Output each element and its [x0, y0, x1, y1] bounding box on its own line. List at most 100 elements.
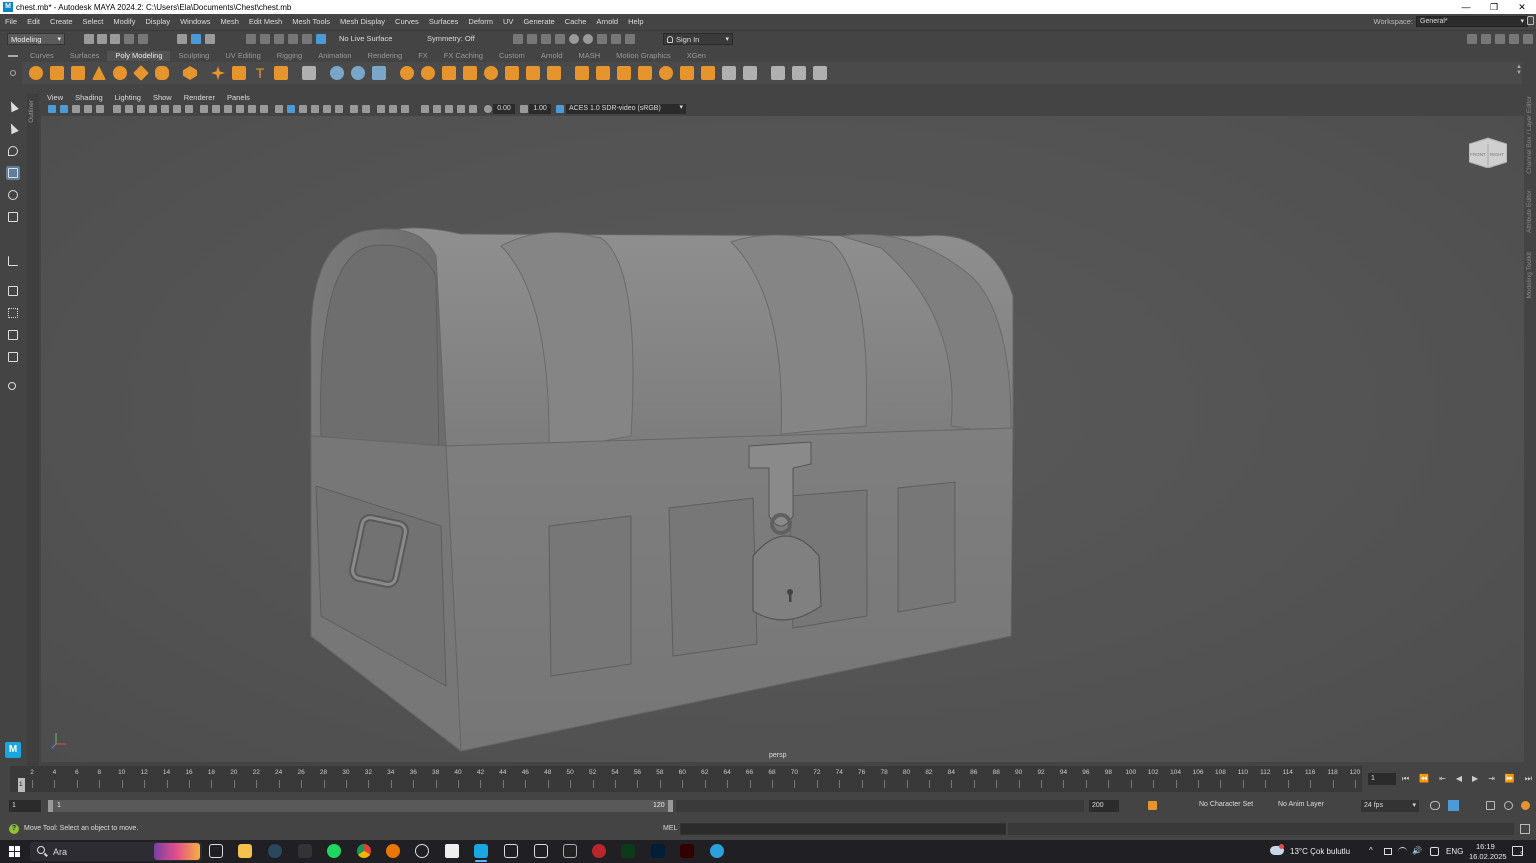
lock-icon[interactable] [1527, 16, 1534, 25]
shelf-tab-arnold[interactable]: Arnold [533, 51, 571, 61]
attribute-editor-toggle-icon[interactable] [1481, 34, 1491, 44]
shelf-tab-animation[interactable]: Animation [310, 51, 359, 61]
show-manipulator-icon[interactable] [6, 254, 20, 268]
x-ray-joints-icon[interactable] [299, 105, 307, 113]
go-to-end-button[interactable]: ⏭ [1525, 773, 1532, 785]
maya-launcher-icon[interactable] [504, 844, 518, 858]
fps-dropdown[interactable]: 24 fps [1361, 800, 1419, 812]
grid-icon[interactable] [200, 105, 208, 113]
quality-icon[interactable] [433, 105, 441, 113]
two-sided-lighting-icon[interactable] [377, 105, 385, 113]
poly-sphere-icon[interactable] [29, 66, 43, 80]
lasso-tool-icon[interactable] [6, 121, 20, 136]
arnold-ipr-icon[interactable] [597, 34, 607, 44]
marvelous-icon[interactable] [592, 844, 606, 858]
hud-icon[interactable] [445, 105, 453, 113]
super-shape-icon[interactable] [211, 66, 225, 80]
shelf-tab-mash[interactable]: MASH [571, 51, 609, 61]
arnold-render-icon[interactable] [583, 34, 593, 44]
substance-painter-icon[interactable] [621, 844, 635, 858]
shelf-tab-motion-graphics[interactable]: Motion Graphics [608, 51, 679, 61]
play-backwards-button[interactable]: ◀ [1456, 773, 1462, 785]
paint-select-tool-icon[interactable] [6, 144, 20, 158]
live-surface-label[interactable]: No Live Surface [339, 34, 392, 43]
crease-tool-icon[interactable] [792, 66, 806, 80]
snap-view-plane-icon[interactable] [288, 34, 298, 44]
four-view-icon[interactable] [6, 306, 20, 320]
platonic-solid-icon[interactable] [183, 66, 197, 80]
animation-settings-icon[interactable] [1521, 801, 1530, 810]
view-cube[interactable]: FRONT RIGHT [1468, 136, 1508, 169]
step-forward-key-button[interactable]: ⏩ [1505, 773, 1515, 785]
menu-file[interactable]: File [0, 17, 22, 26]
gate-mask-icon[interactable] [173, 105, 181, 113]
task-view-icon[interactable] [209, 844, 223, 858]
single-perspective-view-icon[interactable] [6, 284, 20, 298]
textured-icon[interactable] [248, 105, 256, 113]
volume-icon[interactable]: 🔊 [1412, 846, 1422, 855]
insert-edge-loop-icon[interactable] [680, 66, 694, 80]
range-start-handle[interactable] [48, 800, 53, 812]
clock-date[interactable]: 16.02.2025 [1469, 852, 1507, 861]
photoshop-icon[interactable] [651, 844, 665, 858]
shelf-tab-sculpting[interactable]: Sculpting [170, 51, 217, 61]
snap-together-icon[interactable] [316, 34, 326, 44]
stereo-icon[interactable] [457, 105, 465, 113]
clock-time[interactable]: 16:19 [1476, 842, 1495, 851]
illustrator-icon[interactable] [680, 844, 694, 858]
playback-range-bar[interactable]: 1 120 [48, 800, 673, 812]
unity-icon[interactable] [563, 844, 577, 858]
character-set-label[interactable]: No Character Set [1199, 801, 1253, 808]
x-ray-icon[interactable] [287, 105, 295, 113]
poly-disc-icon[interactable] [155, 66, 169, 80]
resolution-icon[interactable] [421, 105, 429, 113]
target-weld-tool-icon[interactable] [722, 66, 736, 80]
restore-button[interactable]: ❐ [1480, 0, 1508, 14]
poly-torus-icon[interactable] [113, 66, 127, 80]
meet-now-icon[interactable] [1384, 848, 1392, 855]
modeling-toolkit-toggle-icon[interactable] [1467, 34, 1477, 44]
view-transform-icon[interactable] [469, 105, 477, 113]
exposure-field[interactable]: 0.00 [493, 104, 515, 114]
menu-modify[interactable]: Modify [108, 17, 140, 26]
isolate-select-icon[interactable] [362, 105, 370, 113]
menu-help[interactable]: Help [623, 17, 648, 26]
redo-icon[interactable] [138, 34, 148, 44]
go-to-start-button[interactable]: ⏮ [1402, 773, 1409, 785]
extrude-icon[interactable] [575, 66, 589, 80]
persp-outliner-icon[interactable] [6, 328, 20, 342]
zoom-icon[interactable] [6, 380, 20, 394]
move-pivot-icon[interactable] [351, 66, 365, 80]
select-by-object-icon[interactable] [191, 34, 201, 44]
outliner-collapsed-panel[interactable]: Outliner [27, 94, 39, 770]
color-space-dropdown[interactable]: ACES 1.0 SDR-video (sRGB) [566, 103, 686, 114]
mirror-icon[interactable] [505, 66, 519, 80]
move-tool-icon[interactable] [6, 166, 20, 180]
treasure-chest-model[interactable] [41, 116, 1524, 762]
boolean-union-icon[interactable] [463, 66, 477, 80]
shadows-icon[interactable] [275, 105, 283, 113]
menu-mesh[interactable]: Mesh [216, 17, 244, 26]
snap-point-icon[interactable] [274, 34, 284, 44]
menu-windows[interactable]: Windows [175, 17, 215, 26]
grease-pencil-icon[interactable] [113, 105, 121, 113]
arnold-light-icon[interactable] [611, 34, 621, 44]
language-indicator[interactable]: ENG [1446, 847, 1463, 856]
render-settings-icon[interactable] [555, 34, 565, 44]
epic-games-icon[interactable] [298, 844, 312, 858]
ipr-render-icon[interactable] [541, 34, 551, 44]
maya-home-icon[interactable]: M [5, 742, 21, 758]
render-current-frame-icon[interactable] [527, 34, 537, 44]
menu-deform[interactable]: Deform [463, 17, 498, 26]
steam-icon[interactable] [268, 844, 282, 858]
step-back-frame-button[interactable]: ⇤ [1439, 773, 1446, 785]
panel-menu-view[interactable]: View [41, 93, 69, 103]
shelf-tab-fx-caching[interactable]: FX Caching [436, 51, 491, 61]
backface-culling-icon[interactable] [389, 105, 397, 113]
sound-icon[interactable] [1486, 801, 1495, 810]
close-button[interactable]: ✕ [1508, 0, 1536, 14]
exposure-icon[interactable] [484, 105, 492, 113]
file-explorer-icon[interactable] [238, 844, 252, 858]
separate-icon[interactable] [421, 66, 435, 80]
shelf-tab-surfaces[interactable]: Surfaces [62, 51, 108, 61]
